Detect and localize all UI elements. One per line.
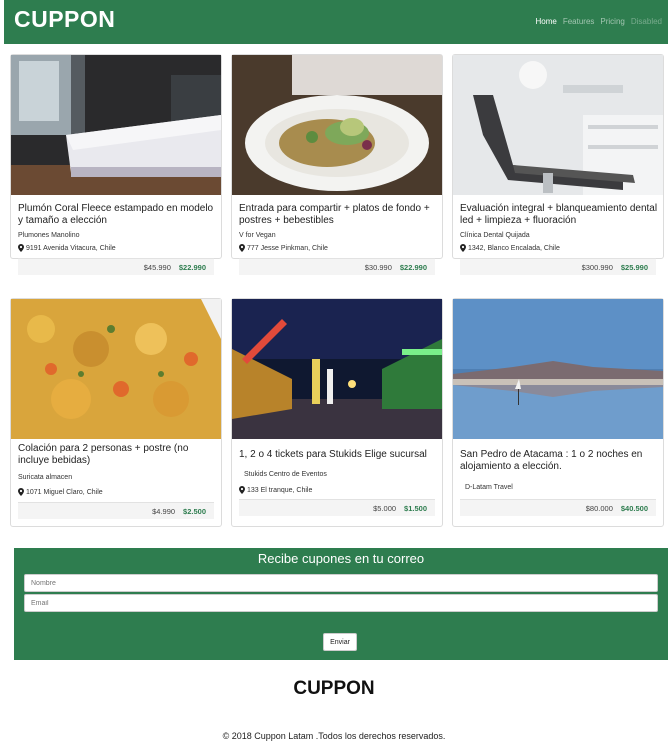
map-marker-icon xyxy=(18,488,24,496)
newsletter-title: Recibe cupones en tu correo xyxy=(257,551,425,566)
discount-price: $25.990 xyxy=(620,262,648,272)
deal-image[interactable] xyxy=(453,55,663,195)
map-marker-icon xyxy=(239,486,245,494)
deal-price-bar: $300.990 $25.990 xyxy=(460,258,656,275)
original-price: $30.990 xyxy=(364,262,392,272)
deal-address-text: 777 Jesse Pinkman, Chile xyxy=(247,244,328,252)
discount-price: $22.990 xyxy=(178,262,206,272)
deal-card[interactable]: 1, 2 o 4 tickets para Stukids Elige sucu… xyxy=(231,298,443,527)
original-price: $80.000 xyxy=(585,503,613,513)
deal-price-bar: $4.990 $2.500 xyxy=(18,502,214,519)
top-navbar: CUPPON Home Features Pricing Disabled xyxy=(4,0,668,44)
nav-home[interactable]: Home xyxy=(535,17,556,26)
deal-address: 133 El tranque, Chile xyxy=(239,486,312,494)
original-price: $300.990 xyxy=(581,262,613,272)
deal-address: 9191 Avenida Vitacura, Chile xyxy=(18,244,116,252)
nav-links: Home Features Pricing Disabled xyxy=(535,17,662,26)
deal-address-text: 133 El tranque, Chile xyxy=(247,486,313,494)
newsletter-section: Recibe cupones en tu correo Enviar xyxy=(14,548,668,660)
deal-title[interactable]: 1, 2 o 4 tickets para Stukids Elige sucu… xyxy=(239,449,437,461)
original-price: $5.000 xyxy=(373,503,397,513)
deal-image[interactable] xyxy=(453,299,663,439)
deal-price-bar: $45.990 $22.990 xyxy=(18,258,214,275)
deal-card[interactable]: Colación para 2 personas + postre (no in… xyxy=(10,298,222,527)
deal-address-text: 1071 Miguel Claro, Chile xyxy=(26,488,103,496)
footer-logo: CUPPON xyxy=(293,678,375,699)
deal-card[interactable]: Evaluación integral + blanqueamiento den… xyxy=(452,54,664,275)
deal-title[interactable]: Colación para 2 personas + postre (no in… xyxy=(18,443,216,467)
nav-pricing[interactable]: Pricing xyxy=(600,17,624,26)
discount-price: $1.500 xyxy=(404,503,427,513)
deal-price-bar: $80.000 $40.500 xyxy=(460,499,656,516)
deal-title[interactable]: Entrada para compartir + platos de fondo… xyxy=(239,203,437,227)
copyright-text: © 2018 Cuppon Latam .Todos los derechos … xyxy=(222,731,446,741)
discount-price: $2.500 xyxy=(183,506,206,516)
deal-title[interactable]: Evaluación integral + blanqueamiento den… xyxy=(460,203,658,227)
nav-disabled: Disabled xyxy=(630,17,662,26)
map-marker-icon xyxy=(18,244,24,252)
deal-title[interactable]: San Pedro de Atacama : 1 o 2 noches en a… xyxy=(460,449,658,473)
deal-vendor: Suricata almacen xyxy=(18,474,73,481)
brand-logo[interactable]: CUPPON xyxy=(14,6,115,33)
deal-card[interactable]: San Pedro de Atacama : 1 o 2 noches en a… xyxy=(452,298,664,527)
deal-card[interactable]: Entrada para compartir + platos de fondo… xyxy=(231,54,443,275)
deal-image[interactable] xyxy=(11,299,221,439)
map-marker-icon xyxy=(460,244,466,252)
deal-address: 1071 Miguel Claro, Chile xyxy=(18,488,103,496)
deal-address: 777 Jesse Pinkman, Chile xyxy=(239,244,328,252)
map-marker-icon xyxy=(239,244,245,252)
deal-address: 1342, Blanco Encalada, Chile xyxy=(460,244,560,252)
deal-vendor: Clínica Dental Quijada xyxy=(460,232,530,239)
deal-image[interactable] xyxy=(232,299,442,439)
deal-vendor: Plumones Manolino xyxy=(18,232,80,239)
submit-button[interactable]: Enviar xyxy=(323,633,357,651)
discount-price: $40.500 xyxy=(620,503,648,513)
nav-features[interactable]: Features xyxy=(563,17,595,26)
deal-vendor: D-Latam Travel xyxy=(465,484,513,491)
deal-image[interactable] xyxy=(232,55,442,195)
deal-card[interactable]: Plumón Coral Fleece estampado en modelo … xyxy=(10,54,222,275)
deal-address-text: 9191 Avenida Vitacura, Chile xyxy=(26,244,116,252)
deal-address-text: 1342, Blanco Encalada, Chile xyxy=(468,244,560,252)
deal-title[interactable]: Plumón Coral Fleece estampado en modelo … xyxy=(18,203,216,227)
original-price: $45.990 xyxy=(143,262,171,272)
original-price: $4.990 xyxy=(152,506,176,516)
deal-price-bar: $5.000 $1.500 xyxy=(239,499,435,516)
deal-image[interactable] xyxy=(11,55,221,195)
deal-vendor: Stukids Centro de Eventos xyxy=(244,471,327,478)
name-input[interactable] xyxy=(24,574,658,592)
email-input[interactable] xyxy=(24,594,658,612)
deal-vendor: V for Vegan xyxy=(239,232,276,239)
deal-price-bar: $30.990 $22.990 xyxy=(239,258,435,275)
discount-price: $22.990 xyxy=(399,262,427,272)
